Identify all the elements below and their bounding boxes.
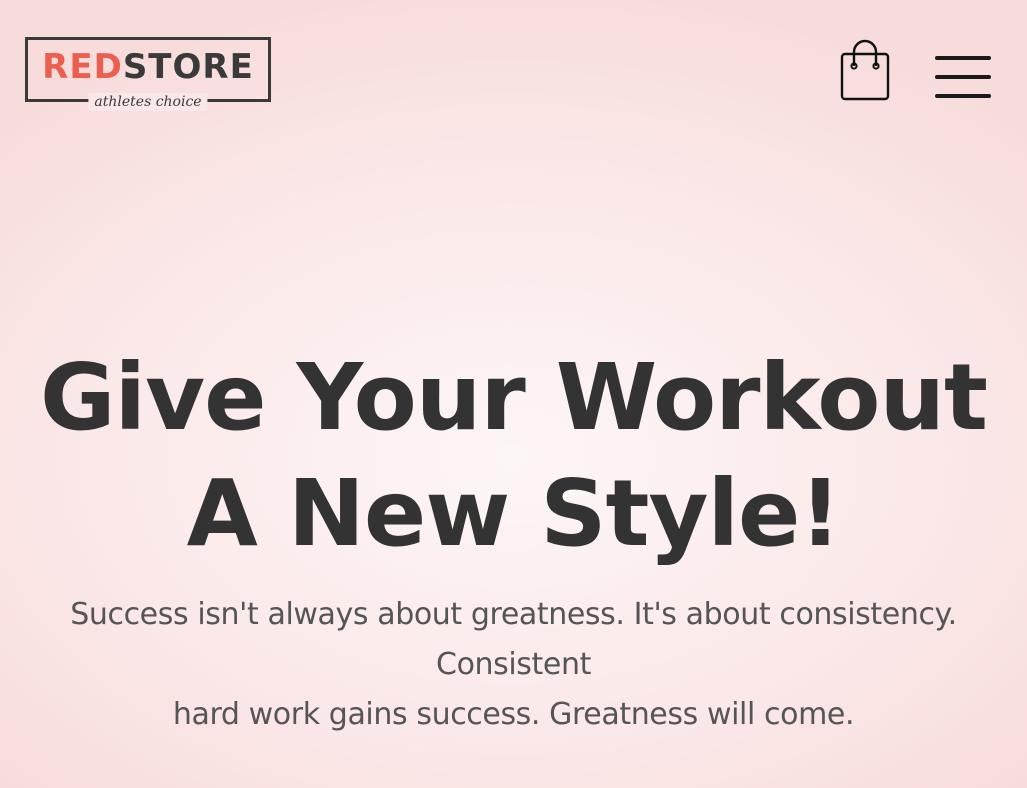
hero-description-line-3: hard work gains success. Greatness will … bbox=[172, 697, 855, 732]
shopping-bag-icon bbox=[840, 39, 890, 101]
hero-section: Give Your Workout A New Style! Success i… bbox=[0, 340, 1027, 740]
redstore-logo[interactable]: REDSTORE athletes choice bbox=[25, 37, 271, 111]
navbar: REDSTORE athletes choice bbox=[0, 0, 1027, 140]
hero-title: Give Your Workout A New Style! bbox=[0, 340, 1027, 572]
menu-bar-bottom bbox=[935, 94, 991, 98]
cart-button[interactable] bbox=[838, 38, 892, 102]
menu-button[interactable] bbox=[932, 52, 994, 102]
hero-description-line-2: Consistent bbox=[436, 647, 591, 682]
hero-title-line-2: A New Style! bbox=[186, 460, 842, 567]
logo-dark-text: STORE bbox=[122, 47, 254, 87]
logo-red-text: RED bbox=[42, 47, 123, 87]
hero-description: Success isn't always about greatness. It… bbox=[14, 590, 1014, 740]
hero-title-line-1: Give Your Workout bbox=[40, 344, 988, 451]
hero-description-line-1: Success isn't always about greatness. It… bbox=[70, 597, 957, 632]
menu-bar-middle bbox=[935, 75, 991, 79]
menu-bar-top bbox=[935, 56, 991, 60]
logo-wordmark: REDSTORE bbox=[28, 48, 268, 86]
logo-tagline: athletes choice bbox=[88, 93, 208, 111]
